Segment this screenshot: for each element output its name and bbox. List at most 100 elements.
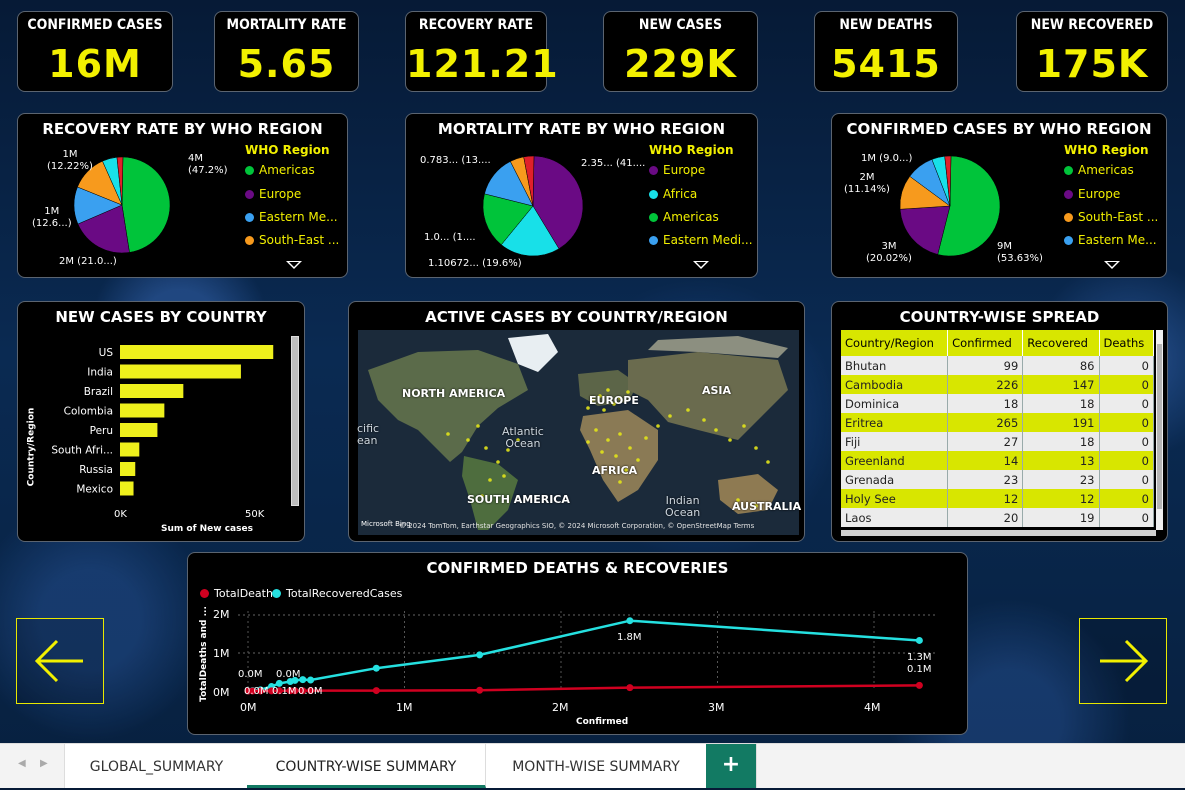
bar[interactable] xyxy=(120,481,134,496)
legend-item[interactable]: Americas xyxy=(245,163,315,177)
add-page-button[interactable]: + xyxy=(706,744,757,788)
category-label: US xyxy=(99,347,114,359)
table-cell: 23 xyxy=(1022,470,1100,489)
bar[interactable] xyxy=(120,423,158,437)
legend-label: Africa xyxy=(663,187,698,201)
bar[interactable] xyxy=(120,364,241,379)
kpi-mortality-rate: MORTALITY RATE 5.65 xyxy=(214,11,359,92)
legend-item[interactable]: Europe xyxy=(245,187,301,201)
recovery-rate-pie-card[interactable]: RECOVERY RATE BY WHO REGION 4M (47.2%) 1… xyxy=(17,113,348,278)
table-row[interactable]: Dominica 18 18 0 xyxy=(841,394,1154,413)
legend-item[interactable]: Eastern Me... xyxy=(245,210,338,224)
table-cell: Cambodia xyxy=(841,375,949,394)
legend-item[interactable]: Africa xyxy=(649,187,697,201)
legend-item[interactable]: Americas xyxy=(649,210,719,224)
legend-item[interactable]: Americas xyxy=(1064,163,1134,177)
pie-slice[interactable] xyxy=(121,156,171,253)
table-cell: Dominica xyxy=(841,394,949,413)
scrollbar-thumb[interactable] xyxy=(1157,344,1162,509)
pie-data-label: 2M (11.14%) xyxy=(844,172,890,195)
bar[interactable] xyxy=(120,403,165,418)
table-row[interactable]: Bhutan 99 86 0 xyxy=(841,356,1154,375)
bar[interactable] xyxy=(120,462,136,476)
deaths-recoveries-chart-card[interactable]: CONFIRMED DEATHS & RECOVERIES TotalDeath… xyxy=(187,552,968,735)
legend-item[interactable]: Europe xyxy=(1064,187,1120,201)
table-row[interactable]: Greenland 14 13 0 xyxy=(841,451,1154,470)
table-row[interactable]: Fiji 27 18 0 xyxy=(841,432,1154,451)
legend-scroll-down-icon[interactable] xyxy=(286,261,302,269)
table-row[interactable]: Eritrea 265 191 0 xyxy=(841,413,1154,432)
table-cell: 20 xyxy=(947,508,1024,527)
table-row[interactable]: Grenada 23 23 0 xyxy=(841,470,1154,489)
legend-dot xyxy=(245,212,254,222)
tab-scroll-right-icon[interactable]: ▶ xyxy=(40,758,48,769)
column-header[interactable]: Confirmed xyxy=(947,330,1024,356)
table-row[interactable]: Laos 20 19 0 xyxy=(841,508,1154,527)
bar[interactable] xyxy=(120,345,274,359)
pie-data-label: 1.0... (1.... xyxy=(424,232,476,243)
bar-chart[interactable]: US India Brazil Colombia Peru South Afri... Ru… xyxy=(18,302,306,543)
kpi-value: 121.21 xyxy=(406,42,559,86)
data-point[interactable] xyxy=(476,686,484,694)
table-row[interactable]: Holy See 12 12 0 xyxy=(841,489,1154,508)
legend-label: Europe xyxy=(1078,187,1121,201)
table-cell: 14 xyxy=(947,451,1024,470)
bar[interactable] xyxy=(120,384,184,398)
spread-table-container[interactable]: Country/Region Confirmed Recovered Death… xyxy=(841,330,1154,530)
data-point[interactable] xyxy=(372,664,380,672)
pie-data-label: 3M (20.02%) xyxy=(866,241,912,264)
data-point[interactable] xyxy=(307,676,315,684)
table-scrollbar[interactable] xyxy=(1156,330,1163,530)
legend-item[interactable]: South-East ... xyxy=(245,233,339,247)
legend-item[interactable]: South-East ... xyxy=(1064,210,1158,224)
table-cell: 13 xyxy=(1022,451,1100,470)
data-point[interactable] xyxy=(915,636,923,644)
table-row[interactable]: Cambodia 226 147 0 xyxy=(841,375,1154,394)
next-page-button[interactable] xyxy=(1079,618,1167,704)
tab-month-wise-summary[interactable]: MONTH-WISE SUMMARY xyxy=(486,744,707,788)
active-cases-map-card[interactable]: ACTIVE CASES BY COUNTRY/REGION NORTH AME… xyxy=(348,301,805,542)
kpi-label: MORTALITY RATE xyxy=(226,17,347,33)
tab-global-summary[interactable]: GLOBAL_SUMMARY xyxy=(64,744,249,788)
legend-label: Americas xyxy=(663,210,719,224)
column-header[interactable]: Deaths xyxy=(1099,330,1154,356)
scrollbar[interactable] xyxy=(291,336,299,506)
legend-item[interactable]: Europe xyxy=(649,163,705,177)
tab-country-wise-summary[interactable]: COUNTRY-WISE SUMMARY xyxy=(247,744,486,788)
pie-chart[interactable] xyxy=(406,114,759,279)
tab-scroll-left-icon[interactable]: ◀ xyxy=(18,758,26,769)
mortality-rate-pie-card[interactable]: MORTALITY RATE BY WHO REGION 2.35... (41… xyxy=(405,113,758,278)
country-wise-spread-card[interactable]: COUNTRY-WISE SPREAD Country/Region Confi… xyxy=(831,301,1168,542)
table-hscrollbar[interactable] xyxy=(841,530,1156,536)
card-title: COUNTRY-WISE SPREAD xyxy=(899,308,1100,326)
legend-item[interactable]: Eastern Me... xyxy=(1064,233,1157,247)
previous-page-button[interactable] xyxy=(16,618,104,704)
table-cell: 0 xyxy=(1099,489,1154,508)
category-label: Colombia xyxy=(64,406,113,418)
y-tick-label: 1M xyxy=(213,647,230,660)
data-point[interactable] xyxy=(372,687,380,695)
data-point[interactable] xyxy=(626,617,634,625)
data-point[interactable] xyxy=(476,651,484,659)
column-header[interactable]: Recovered xyxy=(1022,330,1100,356)
kpi-label: RECOVERY RATE xyxy=(418,17,534,33)
new-cases-by-country-card[interactable]: NEW CASES BY COUNTRY US India Brazil Colomb… xyxy=(17,301,305,542)
data-point[interactable] xyxy=(915,681,923,689)
legend-item[interactable]: Eastern Medi... xyxy=(649,233,753,247)
line-chart[interactable] xyxy=(188,553,969,736)
series-line[interactable] xyxy=(247,684,920,693)
category-label: India xyxy=(87,367,113,379)
y-axis-title: Country/Region xyxy=(26,407,37,487)
column-header[interactable]: Country/Region xyxy=(841,330,949,356)
confirmed-cases-pie-card[interactable]: CONFIRMED CASES BY WHO REGION 1M (9.0...… xyxy=(831,113,1167,278)
legend-dot xyxy=(1064,189,1073,199)
data-point[interactable] xyxy=(626,684,634,692)
category-label: South Afri... xyxy=(51,445,113,457)
kpi-value: 5.65 xyxy=(237,42,336,86)
legend-scroll-down-icon[interactable] xyxy=(693,261,709,269)
map-attribution[interactable]: © 2024 TomTom, Earthstar Geographics SIO… xyxy=(399,522,754,530)
series-line[interactable] xyxy=(247,619,920,693)
bar[interactable] xyxy=(120,442,140,457)
kpi-value: 5415 xyxy=(831,42,941,86)
legend-scroll-down-icon[interactable] xyxy=(1104,261,1120,269)
